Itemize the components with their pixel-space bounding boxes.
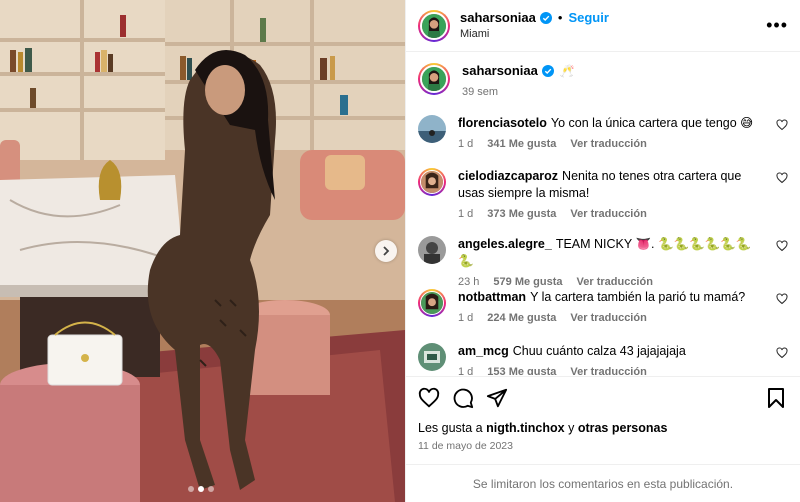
see-translation-button[interactable]: Ver traducción: [570, 312, 646, 324]
post-date[interactable]: 11 de mayo de 2023: [418, 440, 788, 452]
comment-item: am_mcg Chuu cuánto calza 43 jajajajaja 1 …: [418, 343, 788, 375]
comment-avatar[interactable]: [418, 236, 446, 264]
comments-limited-notice: Se limitaron los comentarios en esta pub…: [406, 464, 800, 502]
likes-prefix: Les gusta a: [418, 421, 483, 435]
comment-username[interactable]: am_mcg: [458, 344, 509, 358]
carousel-dots: [188, 486, 214, 492]
author-username[interactable]: saharsoniaa: [460, 10, 536, 26]
author-avatar[interactable]: [418, 9, 450, 42]
comment-likes[interactable]: 579 Me gusta: [493, 276, 562, 288]
see-translation-button[interactable]: Ver traducción: [577, 276, 653, 288]
likes-others-link[interactable]: otras personas: [578, 421, 668, 435]
comment-item: cielodiazcaparoz Nenita no tenes otra car…: [418, 168, 788, 220]
comment-avatar[interactable]: [418, 343, 446, 371]
like-comment-heart-icon[interactable]: [776, 293, 788, 305]
photo-illustration: [0, 0, 405, 502]
action-icons-row: [418, 377, 788, 419]
comment-likes[interactable]: 341 Me gusta: [487, 138, 556, 150]
more-options-icon[interactable]: •••: [766, 16, 788, 34]
comment-avatar[interactable]: [418, 115, 446, 143]
comment-item: angeles.alegre_ TEAM NICKY 👅. 🐍🐍🐍🐍🐍🐍🐍 23 …: [418, 236, 788, 288]
comments-list[interactable]: saharsoniaa 🥂 39 sem florenciasotelo Yo c…: [406, 53, 800, 375]
verified-badge-icon: [541, 64, 554, 77]
comment-time[interactable]: 1 d: [458, 312, 473, 324]
see-translation-button[interactable]: Ver traducción: [570, 138, 646, 150]
see-translation-button[interactable]: Ver traducción: [570, 208, 646, 220]
see-translation-button[interactable]: Ver traducción: [570, 366, 646, 375]
likes-user-link[interactable]: nigth.tinchox: [486, 421, 564, 435]
like-comment-heart-icon[interactable]: [776, 119, 788, 131]
post-side-panel: saharsoniaa • Seguir Miami ••• saharsoni…: [405, 0, 800, 502]
likes-summary: Les gusta a nigth.tinchox y otras person…: [418, 421, 788, 435]
post-photo[interactable]: [0, 0, 405, 502]
share-icon[interactable]: [486, 387, 508, 409]
comment-item: florenciasotelo Yo con la única cartera q…: [418, 115, 788, 150]
like-comment-heart-icon[interactable]: [776, 240, 788, 252]
caption-username[interactable]: saharsoniaa: [462, 63, 538, 78]
comment-likes[interactable]: 224 Me gusta: [487, 312, 556, 324]
chevron-right-icon: [383, 246, 390, 256]
like-comment-heart-icon[interactable]: [776, 172, 788, 184]
comment-text: Yo con la única cartera que tengo 😅: [550, 116, 754, 130]
bookmark-icon[interactable]: [766, 387, 786, 409]
follow-button[interactable]: Seguir: [568, 10, 608, 26]
comment-avatar[interactable]: [418, 289, 446, 317]
comment-icon[interactable]: [452, 387, 474, 409]
comment-username[interactable]: notbattman: [458, 290, 526, 304]
caption-time: 39 sem: [462, 86, 499, 98]
comment-time[interactable]: 23 h: [458, 276, 479, 288]
comment-item: notbattman Y la cartera también la parió …: [418, 289, 788, 324]
caption-avatar[interactable]: [418, 63, 450, 95]
comment-time[interactable]: 1 d: [458, 138, 473, 150]
caption-text: 🥂: [559, 63, 575, 78]
comment-likes[interactable]: 153 Me gusta: [487, 366, 556, 375]
comment-username[interactable]: cielodiazcaparoz: [458, 169, 558, 183]
post-header: saharsoniaa • Seguir Miami •••: [406, 0, 800, 52]
post-actions: Les gusta a nigth.tinchox y otras person…: [406, 376, 800, 502]
comment-username[interactable]: florenciasotelo: [458, 116, 547, 130]
like-comment-heart-icon[interactable]: [776, 347, 788, 359]
carousel-dot: [188, 486, 194, 492]
comment-text: Chuu cuánto calza 43 jajajajaja: [512, 344, 686, 358]
comment-username[interactable]: angeles.alegre_: [458, 237, 552, 251]
likes-connector: y: [568, 421, 575, 435]
caption: saharsoniaa 🥂 39 sem: [406, 53, 800, 101]
comment-avatar[interactable]: [418, 168, 446, 196]
carousel-dot-active: [198, 486, 204, 492]
comment-time[interactable]: 1 d: [458, 208, 473, 220]
verified-badge-icon: [539, 11, 552, 24]
separator-dot: •: [557, 10, 563, 26]
carousel-dot: [208, 486, 214, 492]
comment-time[interactable]: 1 d: [458, 366, 473, 375]
comment-likes[interactable]: 373 Me gusta: [487, 208, 556, 220]
next-photo-button[interactable]: [375, 240, 397, 262]
post-location[interactable]: Miami: [460, 28, 609, 41]
heart-icon[interactable]: [418, 387, 440, 409]
comment-text: Y la cartera también la parió tu mamá?: [530, 290, 746, 304]
